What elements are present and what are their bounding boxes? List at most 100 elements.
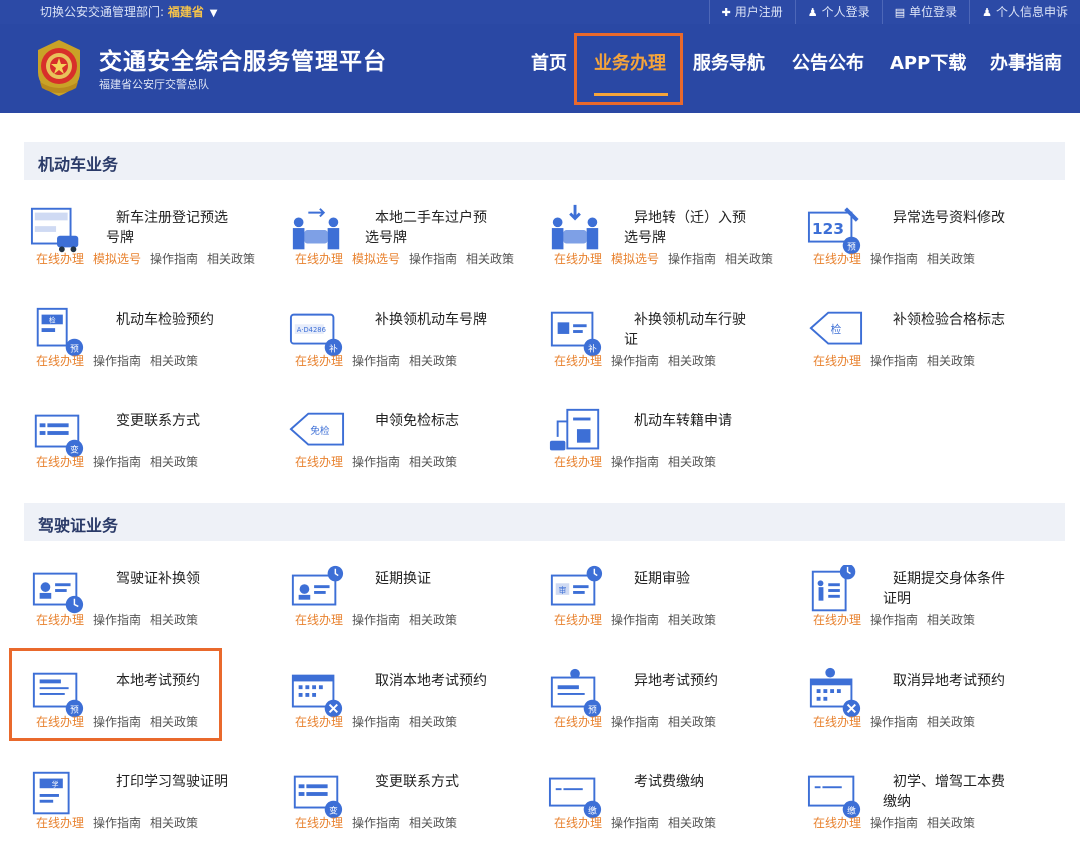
operation-guide-link[interactable]: 操作指南 — [611, 354, 659, 368]
related-policy-link[interactable]: 相关政策 — [207, 252, 255, 266]
related-policy-link[interactable]: 相关政策 — [927, 816, 975, 830]
operation-guide-link[interactable]: 操作指南 — [150, 252, 198, 266]
exempt-mark-icon[interactable]: 免检 — [289, 407, 345, 459]
online-handle-link[interactable]: 在线办理 — [813, 252, 861, 266]
simulate-select-link[interactable]: 模拟选号 — [611, 252, 659, 266]
simulate-select-link[interactable]: 模拟选号 — [93, 252, 141, 266]
operation-guide-link[interactable]: 操作指南 — [352, 816, 400, 830]
online-handle-link[interactable]: 在线办理 — [36, 455, 84, 469]
service-card[interactable]: 新车注册登记预选 号牌 在线办理 模拟选号 操作指南 相关政策 — [30, 204, 280, 284]
online-handle-link[interactable]: 在线办理 — [36, 816, 84, 830]
operation-guide-link[interactable]: 操作指南 — [611, 613, 659, 627]
service-card[interactable]: 取消本地考试预约 在线办理 操作指南 相关政策 — [289, 667, 539, 747]
related-policy-link[interactable]: 相关政策 — [409, 715, 457, 729]
service-card[interactable]: 学 打印学习驾驶证明 在线办理 操作指南 相关政策 — [30, 768, 280, 848]
service-card[interactable]: 预 异地考试预约 在线办理 操作指南 相关政策 — [548, 667, 798, 747]
online-handle-link[interactable]: 在线办理 — [36, 354, 84, 368]
operation-guide-link[interactable]: 操作指南 — [352, 354, 400, 368]
renew-delay-icon[interactable] — [289, 565, 345, 617]
nav-service-guide[interactable]: 服务导航 — [693, 49, 765, 75]
related-policy-link[interactable]: 相关政策 — [927, 354, 975, 368]
online-handle-link[interactable]: 在线办理 — [813, 715, 861, 729]
operation-guide-link[interactable]: 操作指南 — [870, 613, 918, 627]
nav-announcements[interactable]: 公告公布 — [792, 49, 864, 75]
online-handle-link[interactable]: 在线办理 — [813, 816, 861, 830]
service-card[interactable]: 补补换领机动车行驶证在线办理 操作指南 相关政策 — [548, 306, 798, 386]
service-card[interactable]: 异地转（迁）入预 选号牌 在线办理 模拟选号 操作指南 相关政策 — [548, 204, 798, 284]
new-plate-icon[interactable] — [30, 204, 86, 256]
service-card[interactable]: 检 补领检验合格标志 在线办理 操作指南 相关政策 — [807, 306, 1057, 386]
operation-guide-link[interactable]: 操作指南 — [352, 613, 400, 627]
service-card[interactable]: 免检 申领免检标志 在线办理 操作指南 相关政策 — [289, 407, 539, 487]
service-card[interactable]: 延期提交身体条件 证明 在线办理 操作指南 相关政策 — [807, 565, 1057, 645]
related-policy-link[interactable]: 相关政策 — [150, 455, 198, 469]
related-policy-link[interactable]: 相关政策 — [150, 613, 198, 627]
operation-guide-link[interactable]: 操作指南 — [352, 455, 400, 469]
online-handle-link[interactable]: 在线办理 — [295, 455, 343, 469]
department-switcher[interactable]: 切换公安交通管理部门: 福建省 ▼ — [40, 3, 217, 20]
service-title[interactable]: 延期换证 — [375, 569, 525, 589]
related-policy-link[interactable]: 相关政策 — [668, 613, 716, 627]
service-card[interactable]: 机动车转籍申请 在线办理 操作指南 相关政策 — [548, 407, 798, 487]
online-handle-link[interactable]: 在线办理 — [554, 354, 602, 368]
contact-change-icon[interactable]: 变 — [30, 407, 86, 459]
service-title[interactable]: 变更联系方式 — [116, 411, 266, 431]
service-title[interactable]: 延期提交身体条件 证明 — [883, 569, 1043, 609]
related-policy-link[interactable]: 相关政策 — [409, 613, 457, 627]
related-policy-link[interactable]: 相关政策 — [668, 816, 716, 830]
online-handle-link[interactable]: 在线办理 — [295, 252, 343, 266]
related-policy-link[interactable]: 相关政策 — [927, 252, 975, 266]
contact-change-icon[interactable]: 变 — [289, 768, 345, 820]
service-card[interactable]: 缴 考试费缴纳 在线办理 操作指南 相关政策 — [548, 768, 798, 848]
vehicle-transfer-icon[interactable] — [548, 407, 604, 459]
online-handle-link[interactable]: 在线办理 — [554, 252, 602, 266]
online-handle-link[interactable]: 在线办理 — [36, 613, 84, 627]
operation-guide-link[interactable]: 操作指南 — [870, 252, 918, 266]
print-learning-icon[interactable]: 学 — [30, 768, 86, 820]
migrate-car-icon[interactable] — [548, 204, 604, 256]
service-title[interactable]: 申领免检标志 — [375, 411, 525, 431]
operation-guide-link[interactable]: 操作指南 — [611, 455, 659, 469]
service-card[interactable]: 本地二手车过户预 选号牌 在线办理 模拟选号 操作指南 相关政策 — [289, 204, 539, 284]
service-title[interactable]: 补领检验合格标志 — [893, 310, 1043, 330]
info-appeal-link[interactable]: ♟ 个人信息申诉 — [969, 0, 1080, 24]
company-login-link[interactable]: ▤ 单位登录 — [881, 0, 969, 24]
operation-guide-link[interactable]: 操作指南 — [870, 354, 918, 368]
license-replace-icon[interactable]: 补 — [548, 306, 604, 358]
simulate-select-link[interactable]: 模拟选号 — [352, 252, 400, 266]
online-handle-link[interactable]: 在线办理 — [36, 252, 84, 266]
service-title[interactable]: 延期审验 — [634, 569, 784, 589]
nav-app-download[interactable]: APP下载 — [890, 49, 966, 75]
exam-fee-icon[interactable]: 缴 — [548, 768, 604, 820]
operation-guide-link[interactable]: 操作指南 — [611, 816, 659, 830]
operation-guide-link[interactable]: 操作指南 — [611, 715, 659, 729]
service-title[interactable]: 取消本地考试预约 — [375, 671, 525, 691]
operation-guide-link[interactable]: 操作指南 — [93, 354, 141, 368]
related-policy-link[interactable]: 相关政策 — [409, 354, 457, 368]
service-card[interactable]: A·D4286 补 补换领机动车号牌 在线办理 操作指南 相关政策 — [289, 306, 539, 386]
operation-guide-link[interactable]: 操作指南 — [870, 715, 918, 729]
service-title[interactable]: 取消异地考试预约 — [893, 671, 1043, 691]
service-title[interactable]: 考试费缴纳 — [634, 772, 784, 792]
service-card[interactable]: 变 变更联系方式 在线办理 操作指南 相关政策 — [289, 768, 539, 848]
online-handle-link[interactable]: 在线办理 — [813, 354, 861, 368]
service-title[interactable]: 变更联系方式 — [375, 772, 525, 792]
service-title[interactable]: 补换领机动车行驶证 — [624, 310, 784, 350]
service-card[interactable]: 审 延期审验 在线办理 操作指南 相关政策 — [548, 565, 798, 645]
license-fee-icon[interactable]: 缴 — [807, 768, 863, 820]
service-card[interactable]: 缴初学、增驾工本费 缴纳 在线办理 操作指南 相关政策 — [807, 768, 1057, 848]
cancel-exam-icon[interactable] — [289, 667, 345, 719]
service-card[interactable]: 延期换证 在线办理 操作指南 相关政策 — [289, 565, 539, 645]
inspection-booking-icon[interactable]: 检预 — [30, 306, 86, 358]
service-title[interactable]: 补换领机动车号牌 — [375, 310, 525, 330]
related-policy-link[interactable]: 相关政策 — [668, 715, 716, 729]
related-policy-link[interactable]: 相关政策 — [668, 354, 716, 368]
cancel-remote-exam-icon[interactable] — [807, 667, 863, 719]
edit-number-icon[interactable]: 123预 — [807, 204, 863, 256]
related-policy-link[interactable]: 相关政策 — [150, 354, 198, 368]
operation-guide-link[interactable]: 操作指南 — [668, 252, 716, 266]
transfer-car-icon[interactable] — [289, 204, 345, 256]
register-link[interactable]: ✚ 用户注册 — [708, 0, 795, 24]
online-handle-link[interactable]: 在线办理 — [295, 715, 343, 729]
province-selector[interactable]: 福建省 — [168, 5, 204, 19]
